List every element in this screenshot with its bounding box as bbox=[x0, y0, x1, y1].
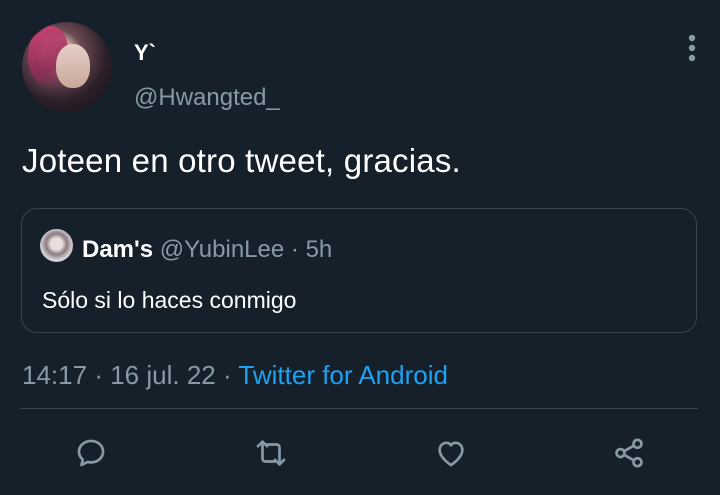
author-handle[interactable]: @Hwangted_ bbox=[134, 84, 280, 112]
tweet-text: Joteen en otro tweet, gracias. bbox=[22, 142, 461, 179]
tweet-time: 14:17 bbox=[22, 360, 88, 390]
tweet-meta: 14:17 · 16 jul. 22 · Twitter for Android bbox=[22, 360, 448, 391]
more-options-icon[interactable] bbox=[684, 32, 700, 64]
retweet-icon bbox=[256, 440, 286, 466]
quoted-tweet-text: Sólo si lo haces conmigo bbox=[42, 287, 297, 313]
reply-button[interactable] bbox=[71, 433, 111, 473]
meta-separator: · bbox=[222, 360, 232, 390]
author-display-name[interactable]: Y` bbox=[134, 40, 156, 66]
quoted-tweet-header: Dam's @YubinLee · 5h bbox=[82, 236, 332, 264]
share-button[interactable] bbox=[609, 433, 649, 473]
author-avatar[interactable] bbox=[22, 22, 112, 112]
retweet-button[interactable] bbox=[251, 433, 291, 473]
reply-icon bbox=[77, 439, 105, 467]
tweet-source-link[interactable]: Twitter for Android bbox=[238, 360, 448, 390]
quoted-handle: @YubinLee bbox=[159, 236, 285, 263]
tweet-date: 16 jul. 22 bbox=[110, 360, 216, 390]
quoted-tweet-card[interactable]: Dam's @YubinLee · 5h Sólo si lo haces co… bbox=[21, 208, 697, 333]
quoted-separator: · bbox=[290, 236, 299, 263]
quoted-display-name: Dam's bbox=[82, 236, 154, 263]
share-icon bbox=[615, 438, 643, 468]
quoted-age: 5h bbox=[305, 236, 333, 263]
avatar-face bbox=[56, 44, 90, 88]
like-button[interactable] bbox=[431, 433, 471, 473]
heart-icon bbox=[438, 441, 464, 467]
meta-separator: · bbox=[94, 360, 103, 390]
divider bbox=[20, 408, 698, 409]
quoted-author-avatar[interactable] bbox=[40, 229, 73, 262]
